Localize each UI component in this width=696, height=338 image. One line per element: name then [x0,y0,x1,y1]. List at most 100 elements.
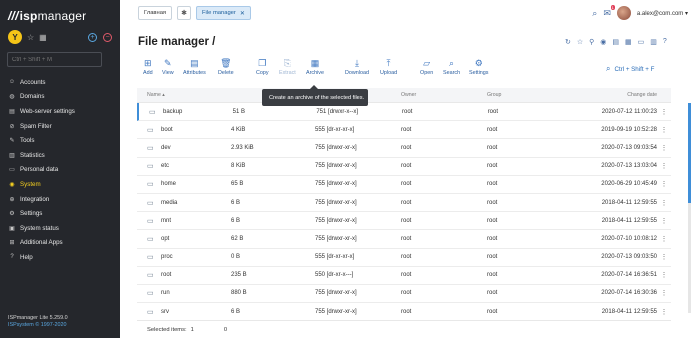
export-icon[interactable]: ▤ [612,38,619,46]
table-row[interactable]: ▭ etc 8 KiB 755 [drwxr-xr-x] root root 2020-07… [137,158,671,176]
toolbar-settings-button[interactable]: ⚙ Settings [469,57,488,76]
name-cell: ▭ boot [137,126,231,134]
sidebar-item-system[interactable]: ◉ System [0,177,120,192]
sidebar-item-statistics[interactable]: ▥ Statistics [0,148,120,163]
file-change-date: 2020-07-14 16:36:51 [601,272,657,279]
toolbar-archive-button[interactable]: ▦ Archive [306,57,324,76]
table-icon[interactable]: ▦ [625,38,632,46]
file-size: 235 B [231,272,247,279]
sidebar-item-system-status[interactable]: ▣ System status [0,221,120,236]
table-row[interactable]: ▭ backup 51 B 751 [drwxr-x--x] root root 2020-… [137,103,671,122]
row-menu-icon[interactable]: ⋮ [657,108,671,116]
table-row[interactable]: ▭ media 6 B 755 [drwxr-xr-x] root root 2018-04… [137,194,671,213]
file-size: 0 B [231,254,241,261]
sidebar-item-accounts[interactable]: ☺ Accounts [0,75,120,90]
col-change-date[interactable]: Change date [573,92,657,98]
col-owner[interactable]: Owner [401,92,487,98]
row-menu-icon[interactable]: ⋮ [657,199,671,207]
toolbar-download-button[interactable]: ⤓ Download [345,57,369,76]
star-icon[interactable]: ☆ [577,38,583,46]
file-name: root [161,272,172,279]
file-change-date: 2020-06-29 10:45:49 [601,181,657,188]
toolbar-copy-button[interactable]: ❐ Copy [256,57,269,76]
row-menu-icon[interactable]: ⋮ [657,162,671,170]
sidebar-item-settings[interactable]: ⚙ Settings [0,206,120,221]
expand-all-icon[interactable]: + [88,32,97,42]
table-row[interactable]: ▭ boot 4 KiB 555 [dr-xr-xr-x] root root 2019-0… [137,121,671,140]
toolbar-button-label: Settings [469,70,489,76]
pin-icon[interactable]: ⚲ [589,38,594,46]
sidebar-item-help[interactable]: ? Help [0,250,120,265]
tab-home[interactable]: Главная [138,6,173,20]
toolbar-delete-button[interactable]: 🗑 Delete [218,57,234,76]
toolbar-add-button[interactable]: ⊞ Add [143,57,153,76]
columns-icon[interactable]: ▥ [650,38,657,46]
col-name[interactable]: Name ▴ [137,92,231,98]
sidebar-item-domains[interactable]: ◍ Domains [0,90,120,105]
row-menu-icon[interactable]: ⋮ [657,217,671,225]
row-menu-icon[interactable]: ⋮ [657,144,671,152]
sidebar-item-label: Integration [20,195,50,203]
sidebar-item-personal-data[interactable]: ▭ Personal data [0,163,120,178]
copyright-link[interactable]: ISPsystem © 1997-2020 [8,322,68,329]
name-cell: ▭ media [137,199,231,207]
row-menu-icon[interactable]: ⋮ [657,126,671,134]
file-group: root [487,181,498,188]
sidebar-quick-icons: Y ☆ ▦ + − [8,30,112,44]
col-group[interactable]: Group [487,92,573,98]
sidebar-item-additional-apps[interactable]: ⊞ Additional Apps [0,236,120,251]
row-menu-icon[interactable]: ⋮ [657,235,671,243]
sidebar-item-label: Web-server settings [20,107,75,115]
collapse-all-icon[interactable]: − [103,32,112,42]
user-email[interactable]: a.alex@com.com ▾ [637,10,688,17]
grid-icon[interactable]: ▦ [39,33,47,42]
toolbar-open-button[interactable]: ▱ Open [420,57,433,76]
search-icon[interactable]: ⌕ [592,8,597,19]
table-row[interactable]: ▭ mnt 6 B 755 [drwxr-xr-x] root root 2018-04-1… [137,212,671,231]
row-menu-icon[interactable]: ⋮ [657,271,671,279]
app-logo[interactable]: /// isp manager [8,9,86,23]
archive-tooltip: Create an archive of the selected files. [262,85,368,106]
help-icon[interactable]: ? [663,38,667,46]
table-row[interactable]: ▭ srv 6 B 755 [drwxr-xr-x] root root 2018-04-1… [137,303,671,322]
table-row[interactable]: ▭ root 235 B 550 [dr-xr-x---] root root 2020-0… [137,267,671,285]
file-owner: root [402,108,413,115]
toolbar-search-button[interactable]: ⌕ Search [443,57,460,76]
sidebar-item-tools[interactable]: ✎ Tools [0,133,120,148]
file-size: 6 B [231,308,241,315]
table-row[interactable]: ▭ home 65 B 755 [drwxr-xr-x] root root 2020-06… [137,176,671,194]
table-row[interactable]: ▭ run 880 B 755 [drwxr-xr-x] root root 2020-07… [137,285,671,304]
file-name: backup [163,108,183,115]
row-menu-icon[interactable]: ⋮ [657,180,671,188]
user-avatar-badge[interactable]: Y [8,30,22,44]
sidebar-item-spam-filter[interactable]: ⊘ Spam Filter [0,119,120,134]
toolbar-extract-button[interactable]: ⎘ Extract [279,57,296,76]
scrollbar-thumb[interactable] [688,103,691,203]
toolbar-upload-button[interactable]: ⤒ Upload [380,57,397,76]
table-row[interactable]: ▭ dev 2.93 KiB 755 [drwxr-xr-x] root root 2020… [137,139,671,158]
table-row[interactable]: ▭ opt 62 B 755 [drwxr-xr-x] root root 2020-07-… [137,230,671,249]
row-menu-icon[interactable]: ⋮ [657,308,671,316]
toolbar: ⊞ Add ✎ View ▤ Attributes 🗑 Delete ❐ Copy ⎘ Extract… [136,57,496,81]
sidebar-item-web-server-settings[interactable]: ▤ Web-server settings [0,104,120,119]
tab-file-manager[interactable]: File manager ✕ [196,6,251,20]
row-menu-icon[interactable]: ⋮ [657,253,671,261]
close-icon[interactable]: ✕ [240,10,245,17]
sidebar-item-label: Accounts [20,78,46,86]
toolbar-view-button[interactable]: ✎ View [162,57,174,76]
folder-icon: ▭ [149,108,156,116]
tab-settings-icon[interactable]: ✱ [177,6,191,20]
user-avatar[interactable] [616,6,631,20]
menu-search-input[interactable] [7,52,102,67]
bell-icon[interactable]: ✉ 1 [603,4,615,19]
sidebar-item-integration[interactable]: ⊕ Integration [0,192,120,207]
toolbar-attributes-button[interactable]: ▤ Attributes [183,57,206,76]
table-row[interactable]: ▭ proc 0 B 555 [dr-xr-xr-x] root root 2020-07-… [137,249,671,267]
star-icon[interactable]: ☆ [27,33,34,42]
print-icon[interactable]: ▭ [638,38,645,46]
refresh-icon[interactable]: ↻ [565,38,571,46]
row-menu-icon[interactable]: ⋮ [657,289,671,297]
sidebar-item-label: Settings [20,210,43,218]
quick-search[interactable]: ⌕ Ctrl + Shift + F [606,64,654,74]
eye-icon[interactable]: ◉ [600,38,606,46]
